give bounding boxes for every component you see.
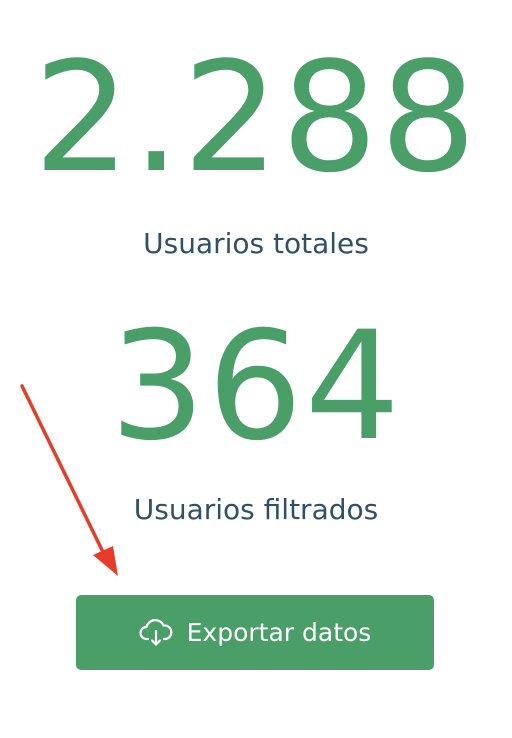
filtered-users-count: 364	[109, 300, 403, 474]
stats-panel: 2.288 Usuarios totales 364 Usuarios filt…	[0, 0, 512, 738]
total-users-count: 2.288	[33, 29, 479, 206]
export-data-button[interactable]: Exportar datos	[76, 595, 434, 670]
filtered-users-label: Usuarios filtrados	[133, 493, 379, 526]
export-data-label: Exportar datos	[186, 617, 372, 647]
cloud-download-icon	[139, 618, 173, 647]
total-users-label: Usuarios totales	[143, 227, 369, 260]
